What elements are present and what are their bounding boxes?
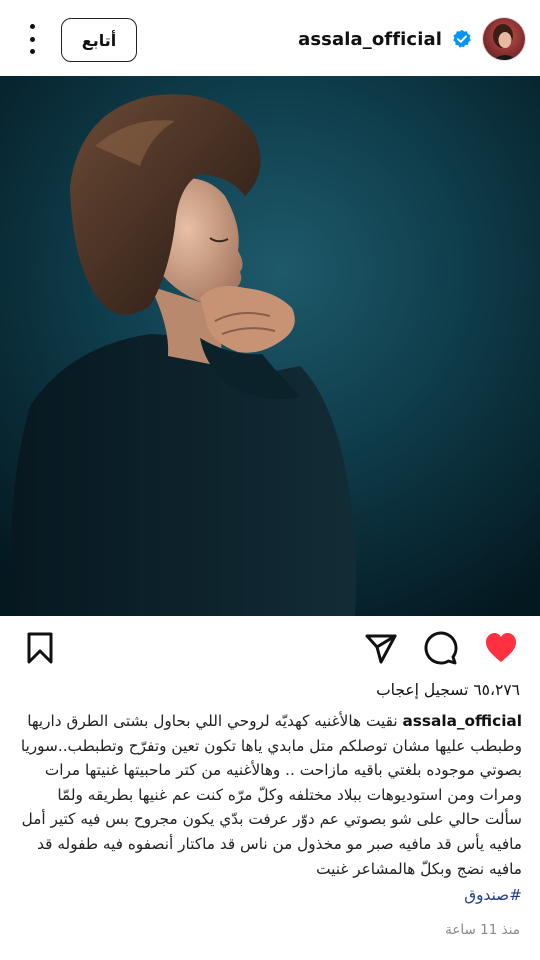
send-icon[interactable] bbox=[363, 630, 399, 666]
caption-username[interactable]: assala_official bbox=[402, 712, 522, 730]
verified-badge-icon bbox=[453, 29, 471, 48]
follow-button[interactable]: أتابع bbox=[61, 18, 137, 62]
comment-icon[interactable] bbox=[423, 630, 459, 666]
post-author[interactable]: assala_official bbox=[298, 14, 526, 64]
post-caption: assala_official نقيت هالأغنيه كهديّه لرو… bbox=[16, 709, 522, 908]
more-dot bbox=[29, 49, 35, 54]
likes-count[interactable]: ٦٥،٢٧٦ تسجيل إعجاب bbox=[376, 681, 520, 699]
hashtag-link[interactable]: #صندوق bbox=[16, 883, 522, 908]
post-timestamp: منذ 11 ساعة bbox=[445, 922, 520, 938]
more-dot bbox=[29, 36, 35, 42]
author-username[interactable]: assala_official bbox=[298, 29, 442, 50]
bookmark-icon[interactable] bbox=[22, 630, 58, 666]
caption-text: نقيت هالأغنيه كهديّه لروحي اللي بحاول بش… bbox=[20, 712, 522, 878]
more-options-button[interactable] bbox=[20, 24, 44, 54]
heart-filled-icon[interactable] bbox=[483, 630, 519, 666]
post-actions bbox=[0, 616, 540, 680]
post-photo[interactable] bbox=[0, 76, 540, 616]
more-vertical-icon bbox=[29, 24, 35, 29]
avatar[interactable] bbox=[482, 17, 526, 61]
post-header: أتابع assala_official bbox=[0, 0, 540, 76]
